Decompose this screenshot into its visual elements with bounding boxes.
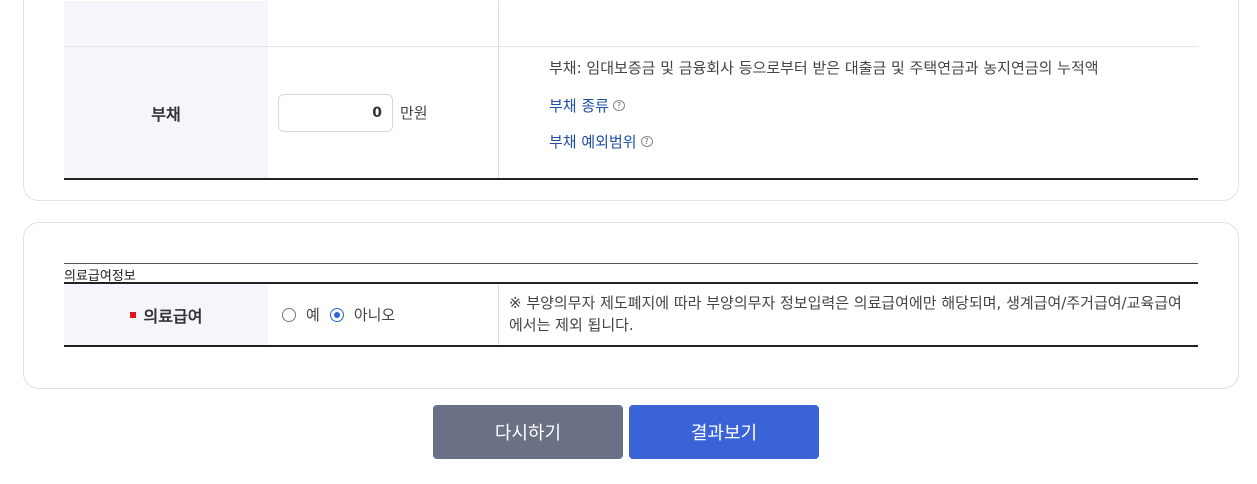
- table-row-medical: 의료급여 예 아니오 ※ 부양의무자 제도폐지에 따라 부양의무자 정보입력은 …: [64, 282, 1198, 347]
- debt-value-cell: 만원: [268, 47, 498, 178]
- medical-radio-group: 예 아니오: [282, 304, 405, 325]
- debt-exceptions-label: 부채 예외범위: [549, 133, 637, 151]
- table-row-previous: [64, 1, 1198, 47]
- radio-no[interactable]: [329, 307, 344, 322]
- medical-label-cell: 의료급여: [64, 284, 268, 345]
- help-icon: ?: [612, 100, 625, 111]
- debt-label: 부채: [64, 47, 268, 178]
- debt-unit: 만원: [400, 104, 428, 122]
- debt-exceptions-link[interactable]: 부채 예외범위 ?: [549, 131, 653, 152]
- debt-types-label: 부채 종류: [549, 97, 609, 115]
- table-row-debt: 부채 만원 부채: 임대보증금 및 금융회사 등으로부터 받은 대출금 및 주택…: [64, 47, 1198, 180]
- debt-amount-input[interactable]: [278, 93, 393, 132]
- asset-input-card: 부채 만원 부채: 임대보증금 및 금융회사 등으로부터 받은 대출금 및 주택…: [23, 0, 1239, 201]
- row-value-empty: [268, 1, 498, 46]
- medical-radio-cell: 예 아니오: [268, 284, 498, 345]
- row-header-empty: [64, 1, 268, 46]
- help-icon: ?: [640, 136, 653, 147]
- debt-types-link[interactable]: 부채 종류 ?: [549, 95, 625, 116]
- section-title: 의료급여정보: [64, 263, 1198, 284]
- radio-yes-label[interactable]: 예: [306, 304, 320, 325]
- reset-button[interactable]: 다시하기: [433, 405, 623, 459]
- required-marker: [129, 311, 136, 318]
- view-result-button[interactable]: 결과보기: [629, 405, 819, 459]
- medical-notice-cell: ※ 부양의무자 제도폐지에 따라 부양의무자 정보입력은 의료급여에만 해당되며…: [498, 284, 1198, 345]
- medical-notice: ※ 부양의무자 제도폐지에 따라 부양의무자 정보입력은 의료급여에만 해당되며…: [509, 294, 1182, 334]
- radio-yes[interactable]: [282, 307, 296, 322]
- medical-info-card: 의료급여정보 의료급여 예 아니오 ※ 부양의무자 제도폐지에 따라 부양의무자…: [23, 222, 1239, 389]
- debt-description: 부채: 임대보증금 및 금융회사 등으로부터 받은 대출금 및 주택연금과 농지…: [549, 59, 1099, 77]
- radio-no-label[interactable]: 아니오: [354, 304, 395, 325]
- medical-label: 의료급여: [143, 306, 203, 326]
- row-desc-empty: [498, 1, 1198, 46]
- debt-description-cell: 부채: 임대보증금 및 금융회사 등으로부터 받은 대출금 및 주택연금과 농지…: [498, 47, 1198, 178]
